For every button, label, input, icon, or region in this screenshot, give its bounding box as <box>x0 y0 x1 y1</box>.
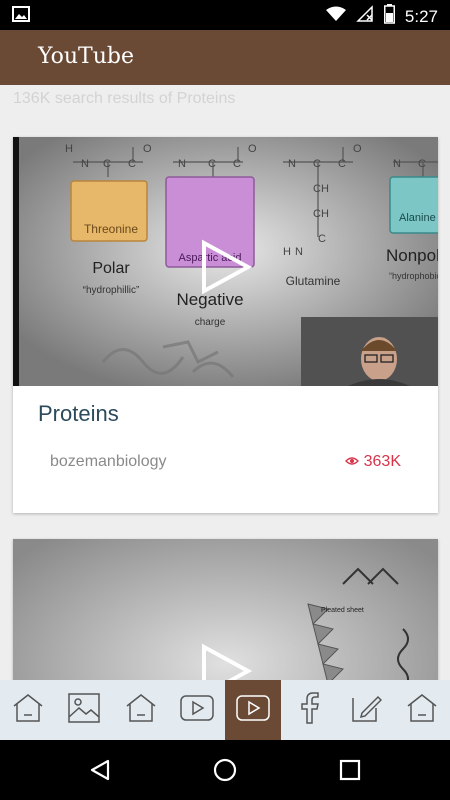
svg-text:C: C <box>103 158 111 170</box>
channel-name[interactable]: bozemanbiology <box>50 453 167 471</box>
results-list[interactable]: 136K search results of Proteins H N C C … <box>0 85 450 680</box>
video-thumbnail[interactable]: HNCCO NCCO NCCO NC CH CH C H N Threonine Pol… <box>13 137 438 386</box>
video-card[interactable]: Pleated sheet <box>13 539 438 680</box>
svg-text:CH: CH <box>313 183 329 195</box>
nav-youtube-1[interactable] <box>169 680 225 740</box>
thumb-label-glutamine: Glutamine <box>286 274 341 288</box>
home-icon <box>406 693 438 728</box>
gallery-notification-icon <box>12 6 30 27</box>
svg-text:C: C <box>338 158 346 170</box>
svg-text:C: C <box>313 158 321 170</box>
svg-text:C: C <box>128 158 136 170</box>
nav-home-2[interactable] <box>113 680 169 740</box>
recents-icon[interactable] <box>338 758 362 787</box>
app-title: YouTube <box>38 44 134 69</box>
youtube-icon <box>180 694 214 726</box>
eye-icon <box>344 453 359 471</box>
view-count: 363K <box>344 453 401 471</box>
thumb-label-charge: charge <box>195 317 226 328</box>
video-thumbnail[interactable]: Pleated sheet <box>13 539 438 680</box>
search-results-count: 136K search results of Proteins <box>13 90 236 107</box>
svg-text:O: O <box>143 143 152 155</box>
thumb-label-pleated-sheet: Pleated sheet <box>321 607 364 614</box>
svg-text:N: N <box>81 158 89 170</box>
facebook-icon <box>298 691 320 729</box>
svg-text:C: C <box>208 158 216 170</box>
video-title[interactable]: Proteins <box>38 401 119 427</box>
image-icon <box>68 692 101 728</box>
thumb-label-hydrophobic: “hydrophobic” <box>389 271 438 281</box>
svg-text:N: N <box>393 158 401 170</box>
thumb-label-polar: Polar <box>92 260 130 277</box>
svg-text:O: O <box>248 143 257 155</box>
video-card[interactable]: HNCCO NCCO NCCO NC CH CH C H N Threonine Pol… <box>13 137 438 513</box>
youtube-icon <box>236 694 270 726</box>
back-icon[interactable] <box>88 758 112 787</box>
nav-youtube-active[interactable] <box>225 680 282 740</box>
system-nav-bar <box>0 740 450 800</box>
nav-gallery[interactable] <box>56 680 112 740</box>
thumb-label-alanine: Alanine <box>399 212 436 224</box>
svg-text:CH: CH <box>313 208 329 220</box>
svg-text:H: H <box>65 143 73 155</box>
svg-text:C: C <box>233 158 241 170</box>
svg-text:N: N <box>295 246 303 258</box>
battery-icon <box>383 4 395 29</box>
play-icon[interactable] <box>200 643 252 680</box>
svg-text:C: C <box>318 233 326 245</box>
play-icon[interactable] <box>200 239 252 295</box>
home-icon <box>12 693 44 728</box>
svg-text:N: N <box>178 158 186 170</box>
home-icon <box>125 693 157 728</box>
app-bar: YouTube <box>0 30 450 85</box>
svg-text:O: O <box>353 143 362 155</box>
wifi-icon <box>325 6 346 27</box>
view-count-value: 363K <box>363 453 401 470</box>
nav-facebook[interactable] <box>281 680 337 740</box>
no-signal-icon <box>356 5 374 28</box>
thumb-label-nonpolar: Nonpolar <box>386 246 438 265</box>
thumb-label-hydrophillic: “hydrophillic” <box>83 285 140 296</box>
svg-text:H: H <box>283 246 291 258</box>
svg-text:C: C <box>418 158 426 170</box>
svg-text:N: N <box>288 158 296 170</box>
status-time: 5:27 <box>404 6 438 26</box>
nav-home-3[interactable] <box>394 680 450 740</box>
status-bar: 5:27 <box>0 0 450 30</box>
nav-edit[interactable] <box>338 680 394 740</box>
nav-home-1[interactable] <box>0 680 56 740</box>
thumb-label-threonine: Threonine <box>84 222 138 236</box>
home-circle-icon[interactable] <box>213 758 237 787</box>
edit-icon <box>350 693 382 728</box>
bottom-nav <box>0 680 450 740</box>
